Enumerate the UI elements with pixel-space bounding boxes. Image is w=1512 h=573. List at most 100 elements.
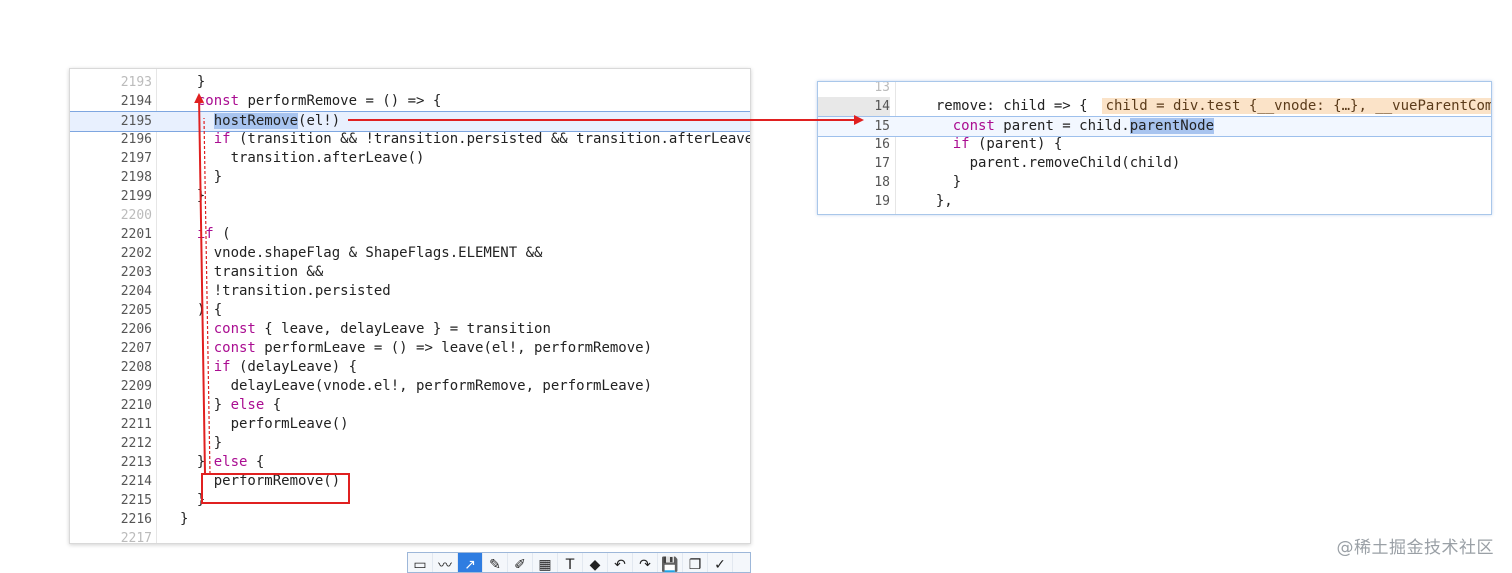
code-text: delayLeave(vnode.el!, performRemove, per…: [180, 378, 653, 394]
line-number[interactable]: 2200: [70, 206, 152, 225]
code-line-2199[interactable]: 2199 }: [70, 187, 750, 206]
line-number[interactable]: 2193: [70, 73, 152, 92]
code-text: vnode.shapeFlag & ShapeFlags.ELEMENT &&: [180, 245, 543, 261]
marker-tool-icon[interactable]: ✐: [508, 553, 533, 572]
code-line-2213[interactable]: 2213 } else {: [70, 453, 750, 472]
code-line-17[interactable]: 17 parent.removeChild(child): [818, 154, 1491, 173]
code-line-13[interactable]: 13: [818, 82, 1491, 97]
undo-icon[interactable]: ↶: [608, 553, 633, 572]
code-text: }: [180, 435, 223, 451]
code-line-2206[interactable]: 2206 const { leave, delayLeave } = trans…: [70, 320, 750, 339]
code-line-2196[interactable]: 2196 if (transition && !transition.persi…: [70, 130, 750, 149]
eraser-tool-icon[interactable]: ◆: [583, 553, 608, 572]
save-icon[interactable]: 💾: [658, 553, 683, 572]
text-tool-icon[interactable]: T: [558, 553, 583, 572]
code-line-2193[interactable]: 2193 }: [70, 73, 750, 92]
code-line-18[interactable]: 18 }: [818, 173, 1491, 192]
code-line-2198[interactable]: 2198 }: [70, 168, 750, 187]
line-number[interactable]: 2194: [70, 92, 152, 111]
line-number[interactable]: 2199: [70, 187, 152, 206]
code-text: if (delayLeave) {: [213, 359, 358, 375]
code-text: if (parent) {: [952, 136, 1063, 152]
code-line-15[interactable]: 15 const parent = child.parentNode: [818, 116, 1491, 137]
line-number[interactable]: 2211: [70, 415, 152, 434]
line-number[interactable]: 16: [818, 135, 890, 154]
code-line-2201[interactable]: 2201 if (: [70, 225, 750, 244]
code-line-2197[interactable]: 2197 transition.afterLeave(): [70, 149, 750, 168]
code-text: }: [180, 169, 223, 185]
inline-value-hint[interactable]: child = div.test {__vnode: {…}, __vuePar…: [1101, 98, 1491, 114]
line-number[interactable]: 2205: [70, 301, 152, 320]
rect-tool-icon[interactable]: ▭: [408, 553, 433, 572]
code-line-2214[interactable]: 2214 performRemove(): [70, 472, 750, 491]
line-number[interactable]: 2215: [70, 491, 152, 510]
code-line-14[interactable]: 14 remove: child => {child = div.test {_…: [818, 97, 1491, 116]
line-number[interactable]: 2206: [70, 320, 152, 339]
line-number[interactable]: 2195: [70, 112, 152, 131]
code-line-2212[interactable]: 2212 }: [70, 434, 750, 453]
line-number[interactable]: 2203: [70, 263, 152, 282]
redo-icon[interactable]: ↷: [633, 553, 658, 572]
code-text: }: [180, 511, 189, 527]
code-text: }: [919, 174, 962, 190]
code-line-2205[interactable]: 2205 ) {: [70, 301, 750, 320]
line-number[interactable]: 2201: [70, 225, 152, 244]
line-number[interactable]: 2208: [70, 358, 152, 377]
line-number[interactable]: 2217: [70, 529, 152, 543]
line-number[interactable]: 2213: [70, 453, 152, 472]
code-text: performRemove(): [180, 473, 341, 489]
code-text: } else {: [180, 397, 282, 413]
line-number[interactable]: 2209: [70, 377, 152, 396]
right-code-editor[interactable]: 13 14 remove: child => {child = div.test …: [817, 81, 1492, 215]
curve-tool-icon[interactable]: 〰: [433, 553, 458, 572]
line-number[interactable]: 2214: [70, 472, 152, 491]
copy-icon[interactable]: ❐: [683, 553, 708, 572]
code-line-2210[interactable]: 2210 } else {: [70, 396, 750, 415]
selected-token: hostRemove: [213, 113, 299, 129]
code-text: !transition.persisted: [180, 283, 391, 299]
line-number[interactable]: 15: [818, 117, 890, 136]
code-text: const performRemove = () => {: [196, 93, 442, 109]
line-number[interactable]: 2202: [70, 244, 152, 263]
code-text: remove: child => {child = div.test {__vn…: [919, 97, 1491, 116]
code-line-2209[interactable]: 2209 delayLeave(vnode.el!, performRemove…: [70, 377, 750, 396]
left-code-editor[interactable]: 2193 } 2194 const performRemove = () => {…: [69, 68, 751, 544]
code-line-16[interactable]: 16 if (parent) {: [818, 135, 1491, 154]
code-line-2211[interactable]: 2211 performLeave(): [70, 415, 750, 434]
mosaic-tool-icon[interactable]: ▦: [533, 553, 558, 572]
pen-tool-icon[interactable]: ✎: [483, 553, 508, 572]
line-number[interactable]: 14: [818, 97, 890, 116]
line-number[interactable]: 2198: [70, 168, 152, 187]
line-number[interactable]: 2196: [70, 130, 152, 149]
code-line-2217[interactable]: 2217: [70, 529, 750, 543]
code-line-2202[interactable]: 2202 vnode.shapeFlag & ShapeFlags.ELEMEN…: [70, 244, 750, 263]
code-line-2204[interactable]: 2204 !transition.persisted: [70, 282, 750, 301]
line-number[interactable]: 17: [818, 154, 890, 173]
code-line-2195[interactable]: 2195 hostRemove(el!): [70, 111, 750, 132]
code-line-2194[interactable]: 2194 const performRemove = () => {: [70, 92, 750, 111]
line-number[interactable]: 2204: [70, 282, 152, 301]
code-line-2207[interactable]: 2207 const performLeave = () => leave(el…: [70, 339, 750, 358]
line-number[interactable]: 13: [818, 82, 890, 97]
code-text: const performLeave = () => leave(el!, pe…: [213, 340, 653, 356]
code-line-2216[interactable]: 2216}: [70, 510, 750, 529]
line-number[interactable]: 2197: [70, 149, 152, 168]
code-line-2208[interactable]: 2208 if (delayLeave) {: [70, 358, 750, 377]
code-line-2215[interactable]: 2215 }: [70, 491, 750, 510]
code-text: const parent = child.parentNode: [952, 118, 1215, 134]
code-text: ) {: [180, 302, 223, 318]
line-number[interactable]: 2216: [70, 510, 152, 529]
line-number[interactable]: 18: [818, 173, 890, 192]
line-number[interactable]: 2207: [70, 339, 152, 358]
line-number[interactable]: 2212: [70, 434, 152, 453]
confirm-icon[interactable]: ✓: [708, 553, 733, 572]
code-line-19[interactable]: 19 },: [818, 192, 1491, 211]
code-line-2203[interactable]: 2203 transition &&: [70, 263, 750, 282]
selected-token: parentNode: [1129, 118, 1215, 134]
code-text: } else {: [180, 454, 265, 470]
line-number[interactable]: 2210: [70, 396, 152, 415]
line-number[interactable]: 19: [818, 192, 890, 211]
code-text: transition &&: [180, 264, 324, 280]
arrow-tool-icon[interactable]: ↗: [458, 553, 483, 572]
code-line-2200[interactable]: 2200: [70, 206, 750, 225]
